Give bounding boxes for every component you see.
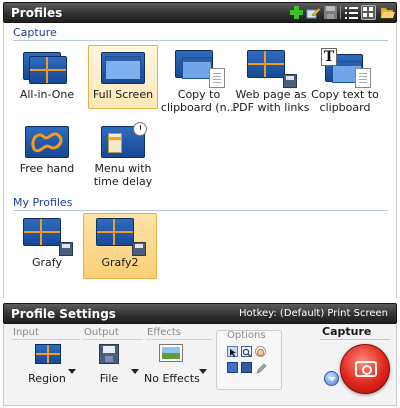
- capture-group-label: Capture: [322, 325, 372, 338]
- capture-button[interactable]: [340, 344, 390, 394]
- divider: [83, 339, 143, 340]
- effects-group-label: Effects: [147, 327, 181, 338]
- effects-picture-icon: [159, 344, 183, 364]
- divider: [320, 339, 390, 340]
- profile-menu-time-delay[interactable]: Menu with time delay: [88, 119, 158, 188]
- profile-settings-title: Profile Settings: [11, 307, 116, 321]
- multi-capture-icon[interactable]: [227, 362, 238, 373]
- profile-settings-panel: Input Output Effects Region File No Effe…: [3, 324, 397, 406]
- copy-to-clipboard-icon: [175, 48, 225, 88]
- web-page-pdf-icon: [247, 48, 297, 88]
- profile-label: Copy text to clipboard: [311, 88, 379, 114]
- my-profiles-section-label: My Profiles: [13, 196, 73, 209]
- effects-dropdown-arrow-icon[interactable]: [199, 369, 207, 374]
- profile-label: Grafy: [32, 256, 62, 269]
- window-capture-icon[interactable]: [241, 362, 252, 373]
- profiles-header: Profiles: [3, 2, 397, 23]
- capture-mode-dropdown-icon[interactable]: [324, 371, 339, 386]
- profile-copy-to-clipboard[interactable]: Copy to clipboard (n...: [161, 45, 237, 114]
- grafy-icon: [23, 216, 73, 256]
- camera-icon: [355, 361, 377, 377]
- grafy2-icon: [96, 216, 146, 256]
- profile-grafy[interactable]: Grafy: [12, 213, 82, 277]
- list-view-icon[interactable]: [344, 5, 359, 20]
- file-disk-icon: [99, 344, 119, 364]
- output-group-label: Output: [84, 327, 119, 338]
- input-group-label: Input: [13, 327, 39, 338]
- profile-label: Full Screen: [92, 88, 154, 101]
- profile-grafy2[interactable]: Grafy2: [83, 213, 157, 279]
- divider: [146, 339, 212, 340]
- my-profiles-section-header: My Profiles: [13, 196, 388, 211]
- magnifier-icon[interactable]: [241, 346, 252, 357]
- output-value: File: [99, 372, 119, 385]
- options-label: Options: [227, 330, 266, 341]
- toolbar-separator: [340, 6, 341, 19]
- capture-section-label: Capture: [13, 26, 57, 39]
- options-group: Options: [216, 330, 282, 390]
- full-screen-icon: [99, 48, 147, 86]
- profile-label: Free hand: [19, 162, 75, 175]
- profiles-title: Profiles: [11, 6, 63, 20]
- profile-all-in-one[interactable]: All-in-One: [12, 45, 82, 109]
- profile-free-hand[interactable]: Free hand: [12, 119, 82, 183]
- output-dropdown-arrow-icon[interactable]: [131, 369, 139, 374]
- open-folder-icon[interactable]: [380, 5, 395, 20]
- effects-dropdown[interactable]: No Effects: [144, 344, 200, 385]
- edit-pencil-icon[interactable]: [255, 362, 267, 374]
- profile-copy-text[interactable]: T Copy text to clipboard: [310, 45, 380, 114]
- input-region-dropdown[interactable]: Region: [18, 344, 76, 385]
- profile-label: All-in-One: [19, 88, 75, 101]
- profile-label: Menu with time delay: [93, 162, 153, 188]
- capture-section-header: Capture: [13, 26, 388, 41]
- output-file-dropdown[interactable]: File: [88, 344, 130, 385]
- profile-label: Web page as PDF with links: [232, 88, 310, 114]
- divider: [12, 339, 80, 340]
- region-icon: [33, 344, 61, 364]
- edit-icon[interactable]: [306, 5, 321, 20]
- copy-text-icon: T: [321, 48, 371, 88]
- hotkey-label[interactable]: Hotkey: (Default) Print Screen: [239, 308, 388, 319]
- add-icon[interactable]: [289, 5, 304, 20]
- profile-web-page-pdf[interactable]: Web page as PDF with links: [233, 45, 309, 114]
- profiles-panel: Capture All-in-One Full Screen Copy to c…: [3, 23, 397, 298]
- profile-label: Grafy2: [101, 256, 139, 269]
- include-cursor-icon[interactable]: [227, 346, 238, 357]
- all-in-one-icon: [23, 48, 71, 86]
- effects-value: No Effects: [144, 372, 200, 385]
- profile-full-screen[interactable]: Full Screen: [88, 45, 158, 109]
- profile-settings-header: Profile Settings Hotkey: (Default) Print…: [3, 303, 397, 324]
- timer-icon[interactable]: [255, 346, 266, 357]
- input-dropdown-arrow-icon[interactable]: [68, 369, 76, 374]
- grid-view-icon[interactable]: [361, 5, 376, 20]
- menu-time-delay-icon: [99, 122, 147, 160]
- save-icon[interactable]: [323, 5, 338, 20]
- free-hand-icon: [23, 122, 71, 160]
